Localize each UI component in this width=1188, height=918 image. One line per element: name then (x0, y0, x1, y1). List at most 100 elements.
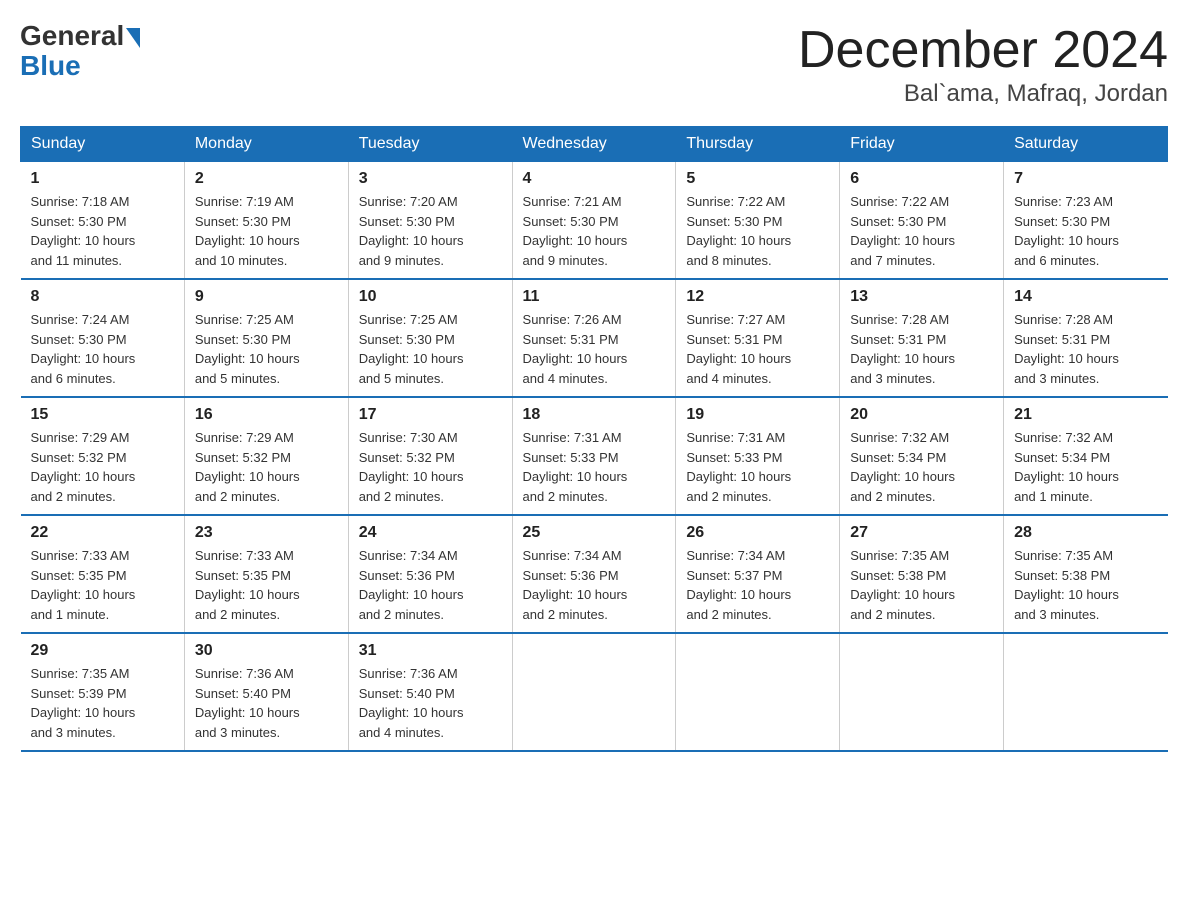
calendar-cell: 10Sunrise: 7:25 AMSunset: 5:30 PMDayligh… (348, 279, 512, 397)
calendar-cell: 18Sunrise: 7:31 AMSunset: 5:33 PMDayligh… (512, 397, 676, 515)
header-wednesday: Wednesday (512, 127, 676, 162)
day-info: Sunrise: 7:32 AMSunset: 5:34 PMDaylight:… (850, 428, 993, 506)
calendar-cell: 11 Sunrise: 7:26 AMSunset: 5:31 PMDayligh… (512, 279, 676, 397)
day-number: 23 (195, 524, 338, 542)
title-area: December 2024 Bal`ama, Mafraq, Jordan (798, 20, 1168, 108)
day-info: Sunrise: 7:35 AMSunset: 5:38 PMDaylight:… (1014, 546, 1157, 624)
day-info: Sunrise: 7:18 AMSunset: 5:30 PMDaylight:… (31, 192, 174, 270)
day-number: 19 (686, 406, 829, 424)
day-info: Sunrise: 7:36 AMSunset: 5:40 PMDaylight:… (359, 664, 502, 742)
header-tuesday: Tuesday (348, 127, 512, 162)
day-number: 28 (1014, 524, 1157, 542)
calendar-cell: 6 Sunrise: 7:22 AMSunset: 5:30 PMDaylight… (840, 162, 1004, 280)
calendar-cell: 22 Sunrise: 7:33 AMSunset: 5:35 PMDayligh… (21, 515, 185, 633)
day-number: 7 (1014, 170, 1157, 188)
calendar-cell (1004, 633, 1168, 751)
day-number: 13 (850, 288, 993, 306)
day-number: 16 (195, 406, 338, 424)
day-info: Sunrise: 7:36 AMSunset: 5:40 PMDaylight:… (195, 664, 338, 742)
day-number: 14 (1014, 288, 1157, 306)
calendar-cell: 16 Sunrise: 7:29 AMSunset: 5:32 PMDayligh… (184, 397, 348, 515)
day-number: 1 (31, 170, 174, 188)
day-info: Sunrise: 7:20 AMSunset: 5:30 PMDaylight:… (359, 192, 502, 270)
day-info: Sunrise: 7:35 AMSunset: 5:39 PMDaylight:… (31, 664, 174, 742)
day-info: Sunrise: 7:33 AMSunset: 5:35 PMDaylight:… (31, 546, 174, 624)
calendar-header-row: SundayMondayTuesdayWednesdayThursdayFrid… (21, 127, 1168, 162)
day-number: 24 (359, 524, 502, 542)
day-info: Sunrise: 7:25 AMSunset: 5:30 PMDaylight:… (195, 310, 338, 388)
day-number: 8 (31, 288, 174, 306)
header-monday: Monday (184, 127, 348, 162)
calendar-week-row: 1 Sunrise: 7:18 AMSunset: 5:30 PMDaylight… (21, 162, 1168, 280)
calendar-cell: 31 Sunrise: 7:36 AMSunset: 5:40 PMDayligh… (348, 633, 512, 751)
day-number: 20 (850, 406, 993, 424)
calendar-cell: 23 Sunrise: 7:33 AMSunset: 5:35 PMDayligh… (184, 515, 348, 633)
calendar-cell: 17Sunrise: 7:30 AMSunset: 5:32 PMDayligh… (348, 397, 512, 515)
day-info: Sunrise: 7:21 AMSunset: 5:30 PMDaylight:… (523, 192, 666, 270)
day-info: Sunrise: 7:34 AMSunset: 5:36 PMDaylight:… (523, 546, 666, 624)
calendar-cell: 26Sunrise: 7:34 AMSunset: 5:37 PMDayligh… (676, 515, 840, 633)
day-number: 5 (686, 170, 829, 188)
header-friday: Friday (840, 127, 1004, 162)
day-info: Sunrise: 7:24 AMSunset: 5:30 PMDaylight:… (31, 310, 174, 388)
day-number: 30 (195, 642, 338, 660)
header-saturday: Saturday (1004, 127, 1168, 162)
calendar-cell: 21Sunrise: 7:32 AMSunset: 5:34 PMDayligh… (1004, 397, 1168, 515)
calendar-cell: 9Sunrise: 7:25 AMSunset: 5:30 PMDaylight… (184, 279, 348, 397)
day-info: Sunrise: 7:34 AMSunset: 5:36 PMDaylight:… (359, 546, 502, 624)
calendar-week-row: 8 Sunrise: 7:24 AMSunset: 5:30 PMDaylight… (21, 279, 1168, 397)
calendar-cell: 30 Sunrise: 7:36 AMSunset: 5:40 PMDayligh… (184, 633, 348, 751)
calendar-cell: 5 Sunrise: 7:22 AMSunset: 5:30 PMDaylight… (676, 162, 840, 280)
day-info: Sunrise: 7:22 AMSunset: 5:30 PMDaylight:… (850, 192, 993, 270)
day-info: Sunrise: 7:33 AMSunset: 5:35 PMDaylight:… (195, 546, 338, 624)
logo: General Blue (20, 20, 140, 82)
day-info: Sunrise: 7:27 AMSunset: 5:31 PMDaylight:… (686, 310, 829, 388)
day-number: 11 (523, 288, 666, 306)
calendar-cell: 2Sunrise: 7:19 AMSunset: 5:30 PMDaylight… (184, 162, 348, 280)
day-info: Sunrise: 7:28 AMSunset: 5:31 PMDaylight:… (850, 310, 993, 388)
day-info: Sunrise: 7:29 AMSunset: 5:32 PMDaylight:… (31, 428, 174, 506)
calendar-cell: 13 Sunrise: 7:28 AMSunset: 5:31 PMDayligh… (840, 279, 1004, 397)
day-info: Sunrise: 7:31 AMSunset: 5:33 PMDaylight:… (686, 428, 829, 506)
header-thursday: Thursday (676, 127, 840, 162)
day-number: 3 (359, 170, 502, 188)
calendar-cell: 4 Sunrise: 7:21 AMSunset: 5:30 PMDaylight… (512, 162, 676, 280)
day-info: Sunrise: 7:29 AMSunset: 5:32 PMDaylight:… (195, 428, 338, 506)
day-number: 27 (850, 524, 993, 542)
calendar-cell: 3 Sunrise: 7:20 AMSunset: 5:30 PMDaylight… (348, 162, 512, 280)
day-info: Sunrise: 7:31 AMSunset: 5:33 PMDaylight:… (523, 428, 666, 506)
logo-triangle-icon (126, 28, 140, 48)
calendar-cell: 29 Sunrise: 7:35 AMSunset: 5:39 PMDayligh… (21, 633, 185, 751)
header-sunday: Sunday (21, 127, 185, 162)
day-info: Sunrise: 7:22 AMSunset: 5:30 PMDaylight:… (686, 192, 829, 270)
day-number: 31 (359, 642, 502, 660)
calendar-cell (676, 633, 840, 751)
day-info: Sunrise: 7:30 AMSunset: 5:32 PMDaylight:… (359, 428, 502, 506)
logo-general-text: General (20, 20, 124, 52)
calendar-cell: 12 Sunrise: 7:27 AMSunset: 5:31 PMDayligh… (676, 279, 840, 397)
calendar-cell: 7Sunrise: 7:23 AMSunset: 5:30 PMDaylight… (1004, 162, 1168, 280)
day-number: 6 (850, 170, 993, 188)
calendar-week-row: 15 Sunrise: 7:29 AMSunset: 5:32 PMDayligh… (21, 397, 1168, 515)
day-info: Sunrise: 7:26 AMSunset: 5:31 PMDaylight:… (523, 310, 666, 388)
day-number: 4 (523, 170, 666, 188)
calendar-table: SundayMondayTuesdayWednesdayThursdayFrid… (20, 126, 1168, 752)
day-number: 12 (686, 288, 829, 306)
day-info: Sunrise: 7:32 AMSunset: 5:34 PMDaylight:… (1014, 428, 1157, 506)
calendar-cell: 24 Sunrise: 7:34 AMSunset: 5:36 PMDayligh… (348, 515, 512, 633)
day-number: 22 (31, 524, 174, 542)
logo-blue-text: Blue (20, 50, 81, 82)
calendar-cell: 8 Sunrise: 7:24 AMSunset: 5:30 PMDaylight… (21, 279, 185, 397)
day-number: 29 (31, 642, 174, 660)
day-info: Sunrise: 7:25 AMSunset: 5:30 PMDaylight:… (359, 310, 502, 388)
day-info: Sunrise: 7:34 AMSunset: 5:37 PMDaylight:… (686, 546, 829, 624)
calendar-week-row: 22 Sunrise: 7:33 AMSunset: 5:35 PMDayligh… (21, 515, 1168, 633)
calendar-cell (840, 633, 1004, 751)
calendar-cell: 19 Sunrise: 7:31 AMSunset: 5:33 PMDayligh… (676, 397, 840, 515)
location-title: Bal`ama, Mafraq, Jordan (798, 80, 1168, 108)
day-number: 15 (31, 406, 174, 424)
day-info: Sunrise: 7:35 AMSunset: 5:38 PMDaylight:… (850, 546, 993, 624)
day-number: 2 (195, 170, 338, 188)
month-title: December 2024 (798, 20, 1168, 80)
calendar-cell: 15 Sunrise: 7:29 AMSunset: 5:32 PMDayligh… (21, 397, 185, 515)
